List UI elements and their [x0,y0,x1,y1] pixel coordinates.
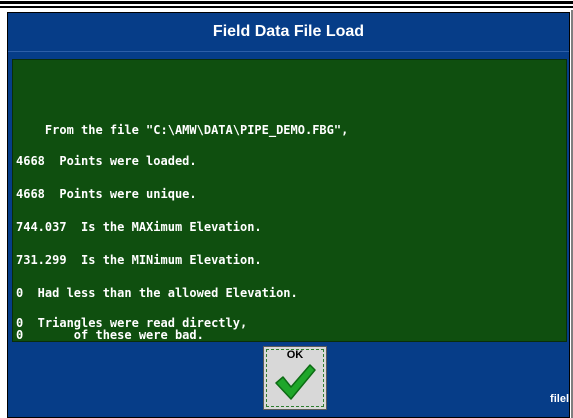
report-triangles-bad-line: 0 of these were bad. [16,328,204,342]
report-points-loaded-line: 4668 Points were loaded. [16,154,197,168]
report-points-unique-line: 4668 Points were unique. [16,187,197,201]
top-border-line-inner [0,6,573,8]
report-max-elevation-line: 744.037 Is the MAXimum Elevation. [16,220,262,234]
corner-filename-text: filel [550,393,569,405]
title-separator [8,51,569,52]
ok-button-label: OK [286,349,304,361]
dialog-title: Field Data File Load [212,23,365,40]
top-border-line [0,1,573,4]
load-report-panel: From the file "C:\AMW\DATA\PIPE_DEMO.FBG… [12,59,567,342]
ok-button[interactable]: OK [263,346,327,410]
checkmark-icon [275,364,316,400]
field-data-load-dialog: Field Data File Load From the file "C:\A… [7,12,570,418]
report-source-file-line: From the file "C:\AMW\DATA\PIPE_DEMO.FBG… [16,123,349,137]
report-min-elevation-line: 731.299 Is the MINimum Elevation. [16,253,262,267]
report-low-elevation-line: 0 Had less than the allowed Elevation. [16,286,298,300]
